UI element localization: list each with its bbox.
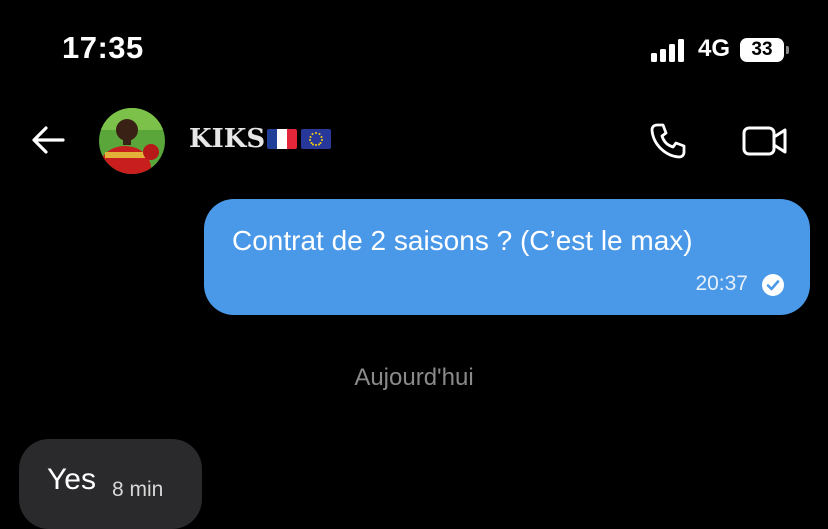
outgoing-message-bubble[interactable]: Contrat de 2 saisons ? (C’est le max) 20…	[204, 199, 810, 315]
status-bar: 17:35 4G 33	[0, 0, 828, 100]
contact-name-text: KIKS	[189, 124, 266, 154]
incoming-message-bubble[interactable]: Yes 8 min	[19, 439, 202, 529]
back-button[interactable]	[30, 122, 66, 158]
incoming-message-time: 8 min	[112, 478, 164, 501]
outgoing-message-text: Contrat de 2 saisons ? (C’est le max)	[232, 225, 693, 256]
incoming-message-text: Yes	[47, 463, 96, 496]
read-check-icon	[762, 274, 784, 296]
battery-icon: 33	[740, 38, 789, 62]
network-type: 4G	[698, 35, 731, 62]
call-button[interactable]	[648, 121, 688, 161]
phone-icon	[650, 123, 686, 159]
status-time: 17:35	[62, 30, 144, 65]
arrow-left-icon	[32, 126, 65, 154]
outgoing-message-time: 20:37	[695, 272, 748, 295]
avatar[interactable]	[99, 108, 165, 174]
flag-eu-icon	[301, 129, 332, 149]
battery-level: 33	[751, 39, 773, 60]
date-separator: Aujourd'hui	[354, 364, 474, 391]
video-call-button[interactable]	[742, 124, 788, 158]
contact-name[interactable]: KIKS	[189, 124, 332, 154]
flag-france-icon	[267, 129, 298, 149]
video-camera-icon	[742, 126, 787, 156]
signal-strength-icon	[651, 38, 691, 62]
